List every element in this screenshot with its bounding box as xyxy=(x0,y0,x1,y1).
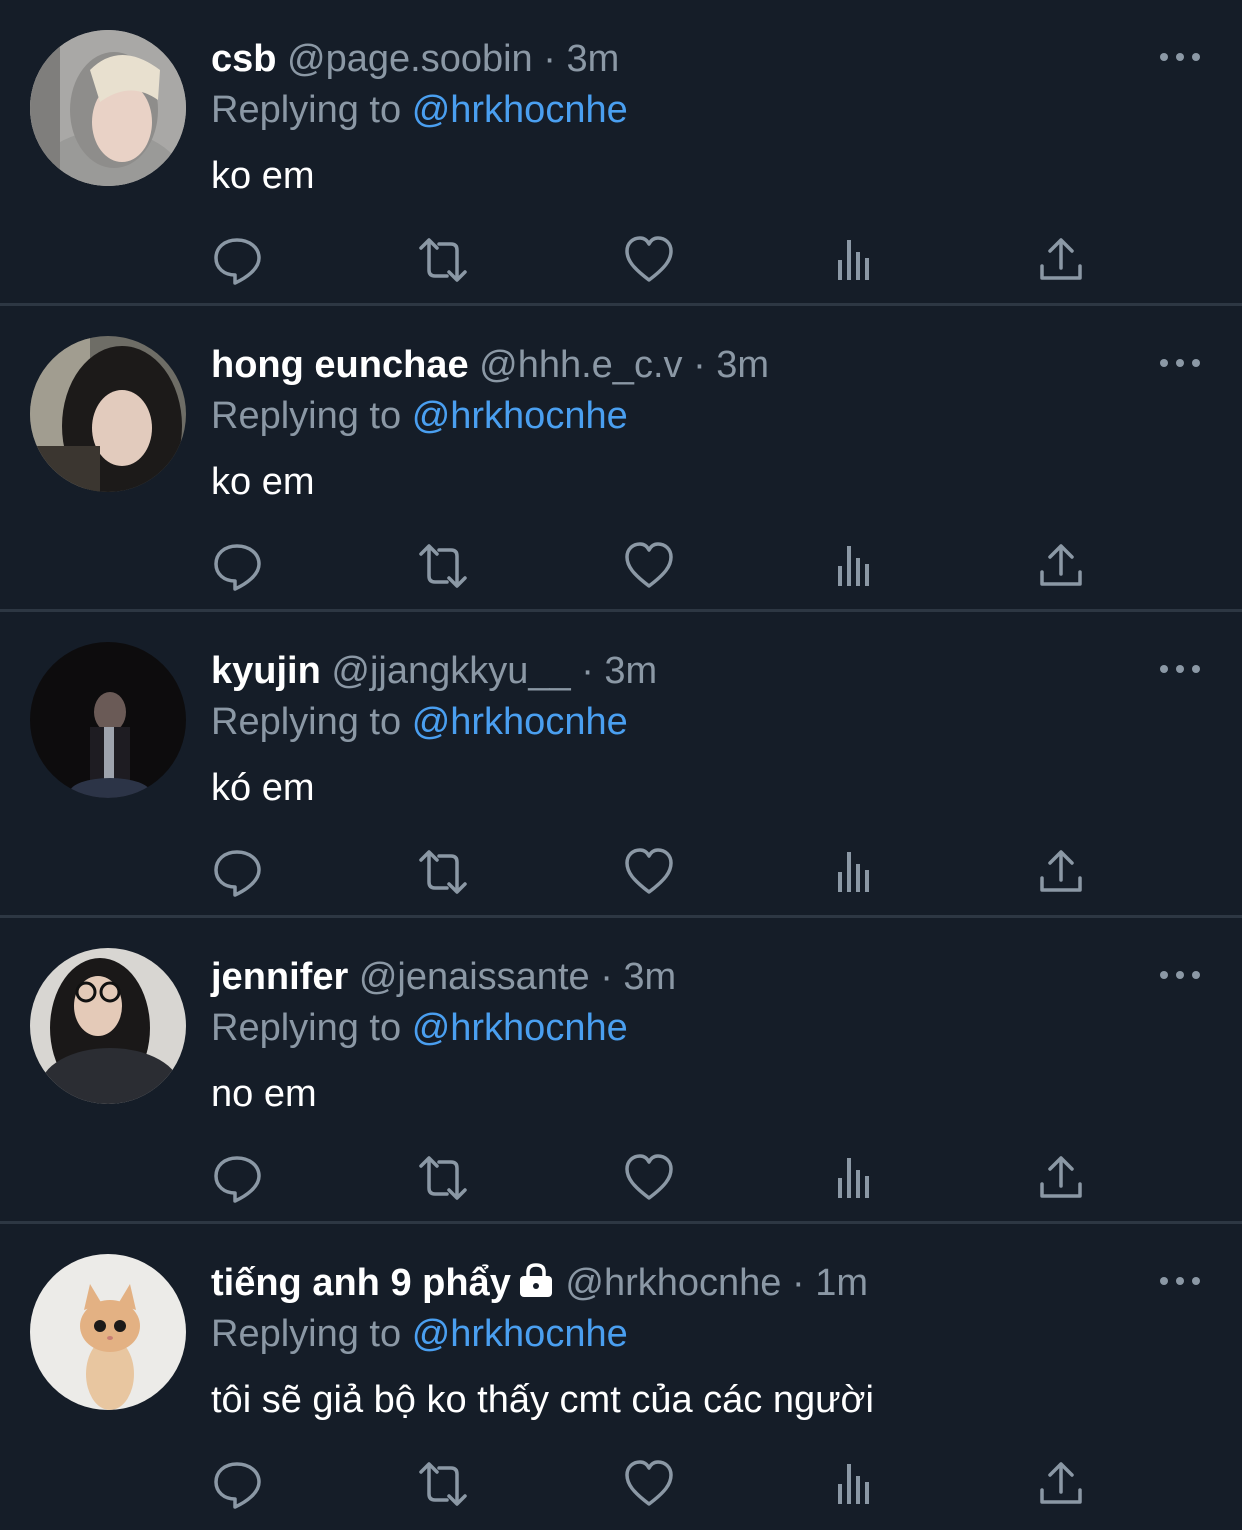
replying-to-line: Replying to @hrkhocnhe xyxy=(211,393,628,439)
action-bar xyxy=(0,1456,1242,1512)
more-icon[interactable] xyxy=(1158,964,1202,986)
display-name[interactable]: csb xyxy=(211,38,276,80)
retweet-icon[interactable] xyxy=(415,232,471,288)
separator-dot: · xyxy=(792,1262,805,1304)
timestamp[interactable]: 1m xyxy=(815,1262,868,1304)
replying-to-mention[interactable]: @hrkhocnhe xyxy=(412,1007,628,1049)
avatar[interactable] xyxy=(30,30,186,186)
views-icon[interactable] xyxy=(828,1150,884,1206)
reply-tweet[interactable]: csb @page.soobin · 3m Replying to @hrkho… xyxy=(0,0,1242,306)
share-icon[interactable] xyxy=(1033,1456,1089,1512)
more-icon[interactable] xyxy=(1158,1270,1202,1292)
user-handle[interactable]: @hhh.e_c.v xyxy=(479,344,682,386)
views-icon[interactable] xyxy=(828,844,884,900)
display-name[interactable]: hong eunchae xyxy=(211,344,469,386)
tweet-text: tôi sẽ giả bộ ko thấy cmt của các người xyxy=(211,1379,874,1421)
lock-icon xyxy=(517,1262,555,1298)
avatar[interactable] xyxy=(30,948,186,1104)
more-icon[interactable] xyxy=(1158,46,1202,68)
tweet-text: ko em xyxy=(211,461,315,503)
replying-to-label: Replying to xyxy=(211,89,402,131)
action-bar xyxy=(0,232,1242,288)
tweet-header: jennifer @jenaissante · 3m xyxy=(211,954,676,1000)
replying-to-mention[interactable]: @hrkhocnhe xyxy=(412,395,628,437)
display-name[interactable]: jennifer xyxy=(211,956,348,998)
avatar[interactable] xyxy=(30,1254,186,1410)
tweet-text: kó em xyxy=(211,767,315,809)
replying-to-line: Replying to @hrkhocnhe xyxy=(211,699,628,745)
tweet-text: no em xyxy=(211,1073,317,1115)
reply-icon[interactable] xyxy=(210,1150,266,1206)
replying-to-line: Replying to @hrkhocnhe xyxy=(211,87,628,133)
timestamp[interactable]: 3m xyxy=(716,344,769,386)
reply-icon[interactable] xyxy=(210,844,266,900)
user-handle[interactable]: @page.soobin xyxy=(287,38,533,80)
user-handle[interactable]: @hrkhocnhe xyxy=(565,1262,781,1304)
action-bar xyxy=(0,538,1242,594)
views-icon[interactable] xyxy=(828,538,884,594)
reply-tweet[interactable]: hong eunchae @hhh.e_c.v · 3m Replying to… xyxy=(0,306,1242,612)
views-icon[interactable] xyxy=(828,232,884,288)
action-bar xyxy=(0,1150,1242,1206)
heart-icon[interactable] xyxy=(621,232,677,288)
reply-tweet[interactable]: jennifer @jenaissante · 3m Replying to @… xyxy=(0,918,1242,1224)
separator-dot: · xyxy=(693,344,706,386)
timestamp[interactable]: 3m xyxy=(604,650,657,692)
heart-icon[interactable] xyxy=(621,538,677,594)
replying-to-line: Replying to @hrkhocnhe xyxy=(211,1311,628,1357)
replying-to-mention[interactable]: @hrkhocnhe xyxy=(412,1313,628,1355)
replying-to-label: Replying to xyxy=(211,395,402,437)
tweet-text: ko em xyxy=(211,155,315,197)
more-icon[interactable] xyxy=(1158,352,1202,374)
reply-icon[interactable] xyxy=(210,538,266,594)
reply-icon[interactable] xyxy=(210,1456,266,1512)
display-name[interactable]: kyujin xyxy=(211,650,321,692)
retweet-icon[interactable] xyxy=(415,1456,471,1512)
reply-tweet[interactable]: kyujin @jjangkkyu__ · 3m Replying to @hr… xyxy=(0,612,1242,918)
action-bar xyxy=(0,844,1242,900)
separator-dot: · xyxy=(600,956,613,998)
share-icon[interactable] xyxy=(1033,1150,1089,1206)
replying-to-line: Replying to @hrkhocnhe xyxy=(211,1005,628,1051)
heart-icon[interactable] xyxy=(621,1150,677,1206)
reply-tweet[interactable]: tiếng anh 9 phẩy @hrkhocnhe · 1m Replyin… xyxy=(0,1224,1242,1530)
replying-to-label: Replying to xyxy=(211,1313,402,1355)
user-handle[interactable]: @jenaissante xyxy=(359,956,590,998)
avatar[interactable] xyxy=(30,336,186,492)
user-handle[interactable]: @jjangkkyu__ xyxy=(331,650,570,692)
reply-icon[interactable] xyxy=(210,232,266,288)
retweet-icon[interactable] xyxy=(415,1150,471,1206)
retweet-icon[interactable] xyxy=(415,538,471,594)
views-icon[interactable] xyxy=(828,1456,884,1512)
timestamp[interactable]: 3m xyxy=(566,38,619,80)
tweet-header: csb @page.soobin · 3m xyxy=(211,36,619,82)
display-name[interactable]: tiếng anh 9 phẩy xyxy=(211,1262,511,1304)
replying-to-label: Replying to xyxy=(211,701,402,743)
more-icon[interactable] xyxy=(1158,658,1202,680)
separator-dot: · xyxy=(543,38,556,80)
timestamp[interactable]: 3m xyxy=(623,956,676,998)
heart-icon[interactable] xyxy=(621,1456,677,1512)
retweet-icon[interactable] xyxy=(415,844,471,900)
separator-dot: · xyxy=(581,650,594,692)
share-icon[interactable] xyxy=(1033,538,1089,594)
share-icon[interactable] xyxy=(1033,232,1089,288)
tweet-header: hong eunchae @hhh.e_c.v · 3m xyxy=(211,342,769,388)
tweet-header: tiếng anh 9 phẩy @hrkhocnhe · 1m xyxy=(211,1260,868,1306)
tweet-header: kyujin @jjangkkyu__ · 3m xyxy=(211,648,657,694)
avatar[interactable] xyxy=(30,642,186,798)
replying-to-mention[interactable]: @hrkhocnhe xyxy=(412,701,628,743)
replying-to-label: Replying to xyxy=(211,1007,402,1049)
share-icon[interactable] xyxy=(1033,844,1089,900)
heart-icon[interactable] xyxy=(621,844,677,900)
replying-to-mention[interactable]: @hrkhocnhe xyxy=(412,89,628,131)
